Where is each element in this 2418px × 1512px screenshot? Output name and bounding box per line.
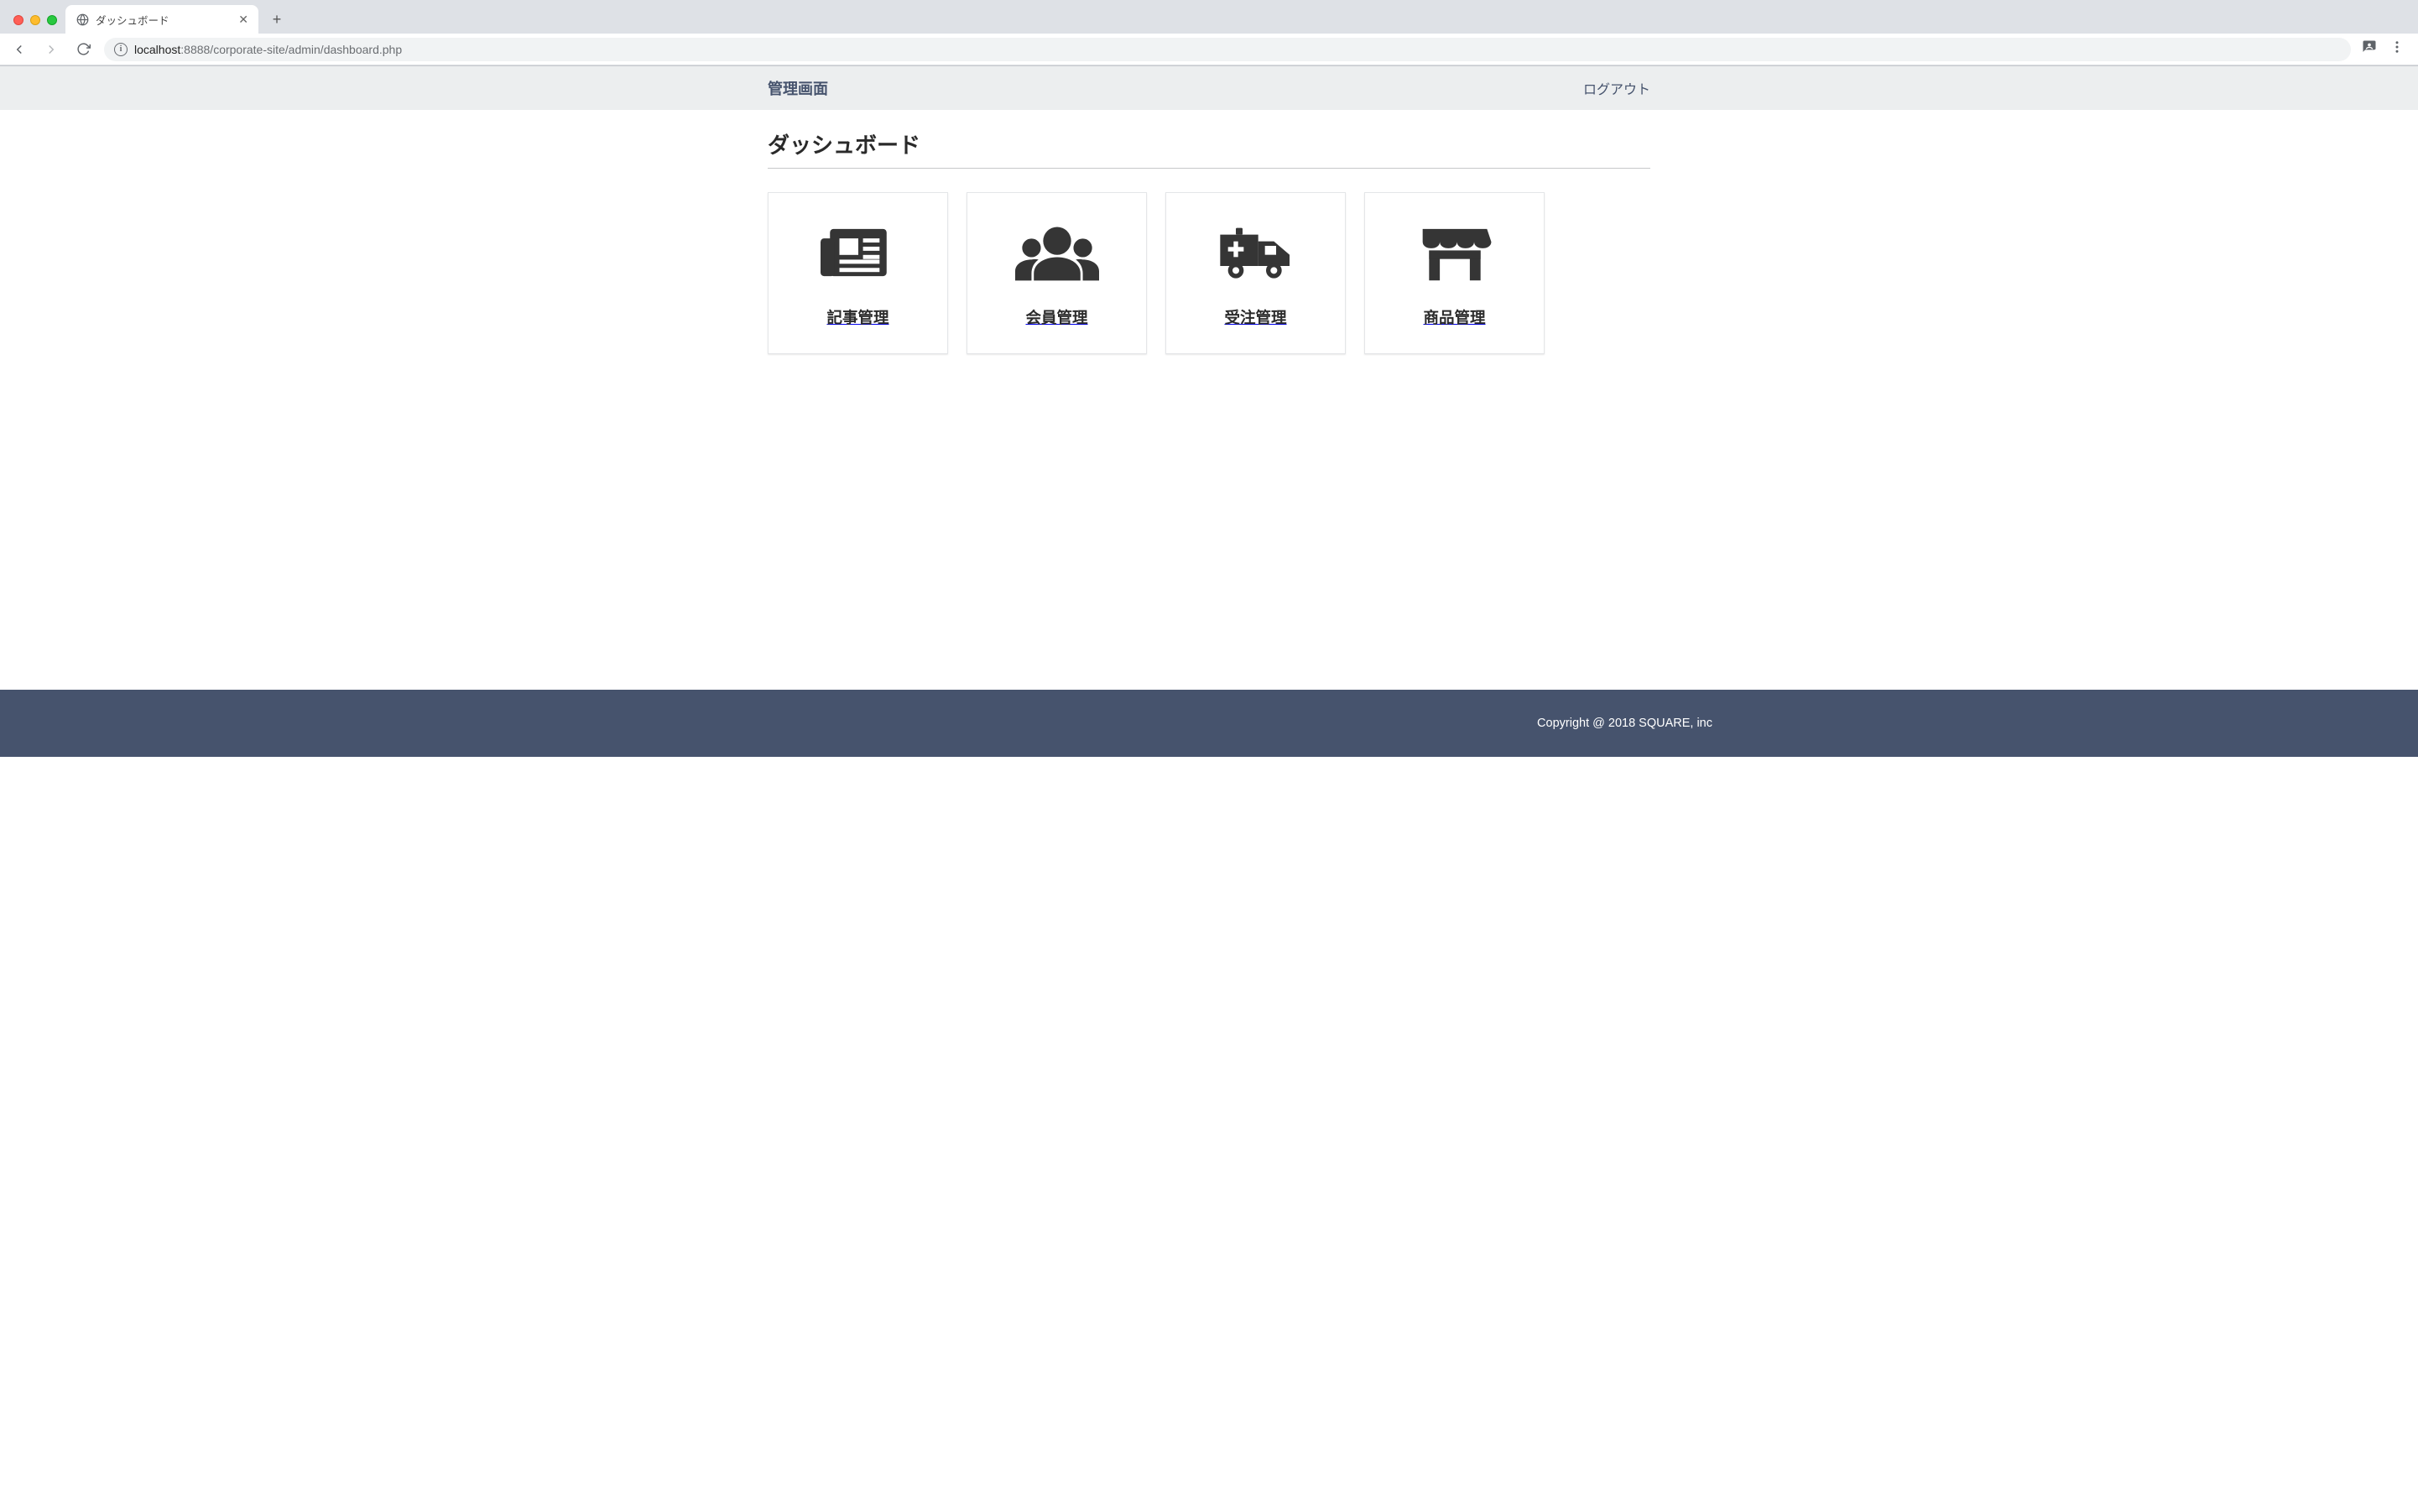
globe-icon [76, 13, 89, 26]
ambulance-icon [1216, 219, 1296, 286]
card-label: 受注管理 [1224, 306, 1286, 328]
copyright-text: Copyright @ 2018 SQUARE, inc [1537, 717, 1712, 730]
page-viewport: 管理画面 ログアウト ダッシュボード [0, 66, 2418, 757]
users-icon [1015, 219, 1099, 286]
card-articles[interactable]: 記事管理 [768, 192, 948, 354]
logout-link[interactable]: ログアウト [1583, 78, 1650, 98]
site-info-icon[interactable]: i [114, 43, 128, 56]
card-label: 商品管理 [1423, 306, 1485, 328]
store-icon [1416, 219, 1493, 286]
newspaper-icon [821, 219, 896, 286]
window-close-button[interactable] [13, 15, 23, 25]
card-label: 記事管理 [826, 306, 889, 328]
dashboard-cards: 記事管理 会員管理 [768, 192, 1650, 354]
browser-tab[interactable]: ダッシュボード ✕ [65, 5, 258, 34]
page-main: ダッシュボード 記事管理 [764, 110, 1654, 690]
kebab-menu-icon[interactable] [2389, 39, 2405, 59]
profile-icon[interactable] [2361, 39, 2378, 60]
admin-header: 管理画面 ログアウト [0, 66, 2418, 110]
card-orders[interactable]: 受注管理 [1165, 192, 1346, 354]
new-tab-button[interactable]: + [265, 8, 289, 31]
card-members[interactable]: 会員管理 [967, 192, 1147, 354]
window-minimize-button[interactable] [30, 15, 40, 25]
card-products[interactable]: 商品管理 [1364, 192, 1545, 354]
card-label: 会員管理 [1025, 306, 1087, 328]
page-footer: Copyright @ 2018 SQUARE, inc [0, 690, 2418, 757]
tab-strip: ダッシュボード ✕ + [0, 0, 2418, 34]
browser-toolbar: i localhost:8888/corporate-site/admin/da… [0, 34, 2418, 65]
url-host: localhost [134, 43, 180, 56]
reload-button[interactable] [72, 39, 94, 60]
close-icon[interactable]: ✕ [238, 13, 248, 25]
forward-button[interactable] [40, 39, 62, 60]
url-path: :8888/corporate-site/admin/dashboard.php [180, 43, 402, 56]
window-controls [8, 15, 65, 34]
url-text: localhost:8888/corporate-site/admin/dash… [134, 43, 402, 56]
page-title: ダッシュボード [768, 128, 1650, 169]
address-bar[interactable]: i localhost:8888/corporate-site/admin/da… [104, 38, 2351, 61]
browser-chrome: ダッシュボード ✕ + i localhost:8888/corporate-s… [0, 0, 2418, 66]
back-button[interactable] [8, 39, 30, 60]
admin-brand[interactable]: 管理画面 [768, 77, 828, 99]
tab-title: ダッシュボード [96, 12, 232, 28]
toolbar-actions [2361, 39, 2410, 60]
window-maximize-button[interactable] [47, 15, 57, 25]
